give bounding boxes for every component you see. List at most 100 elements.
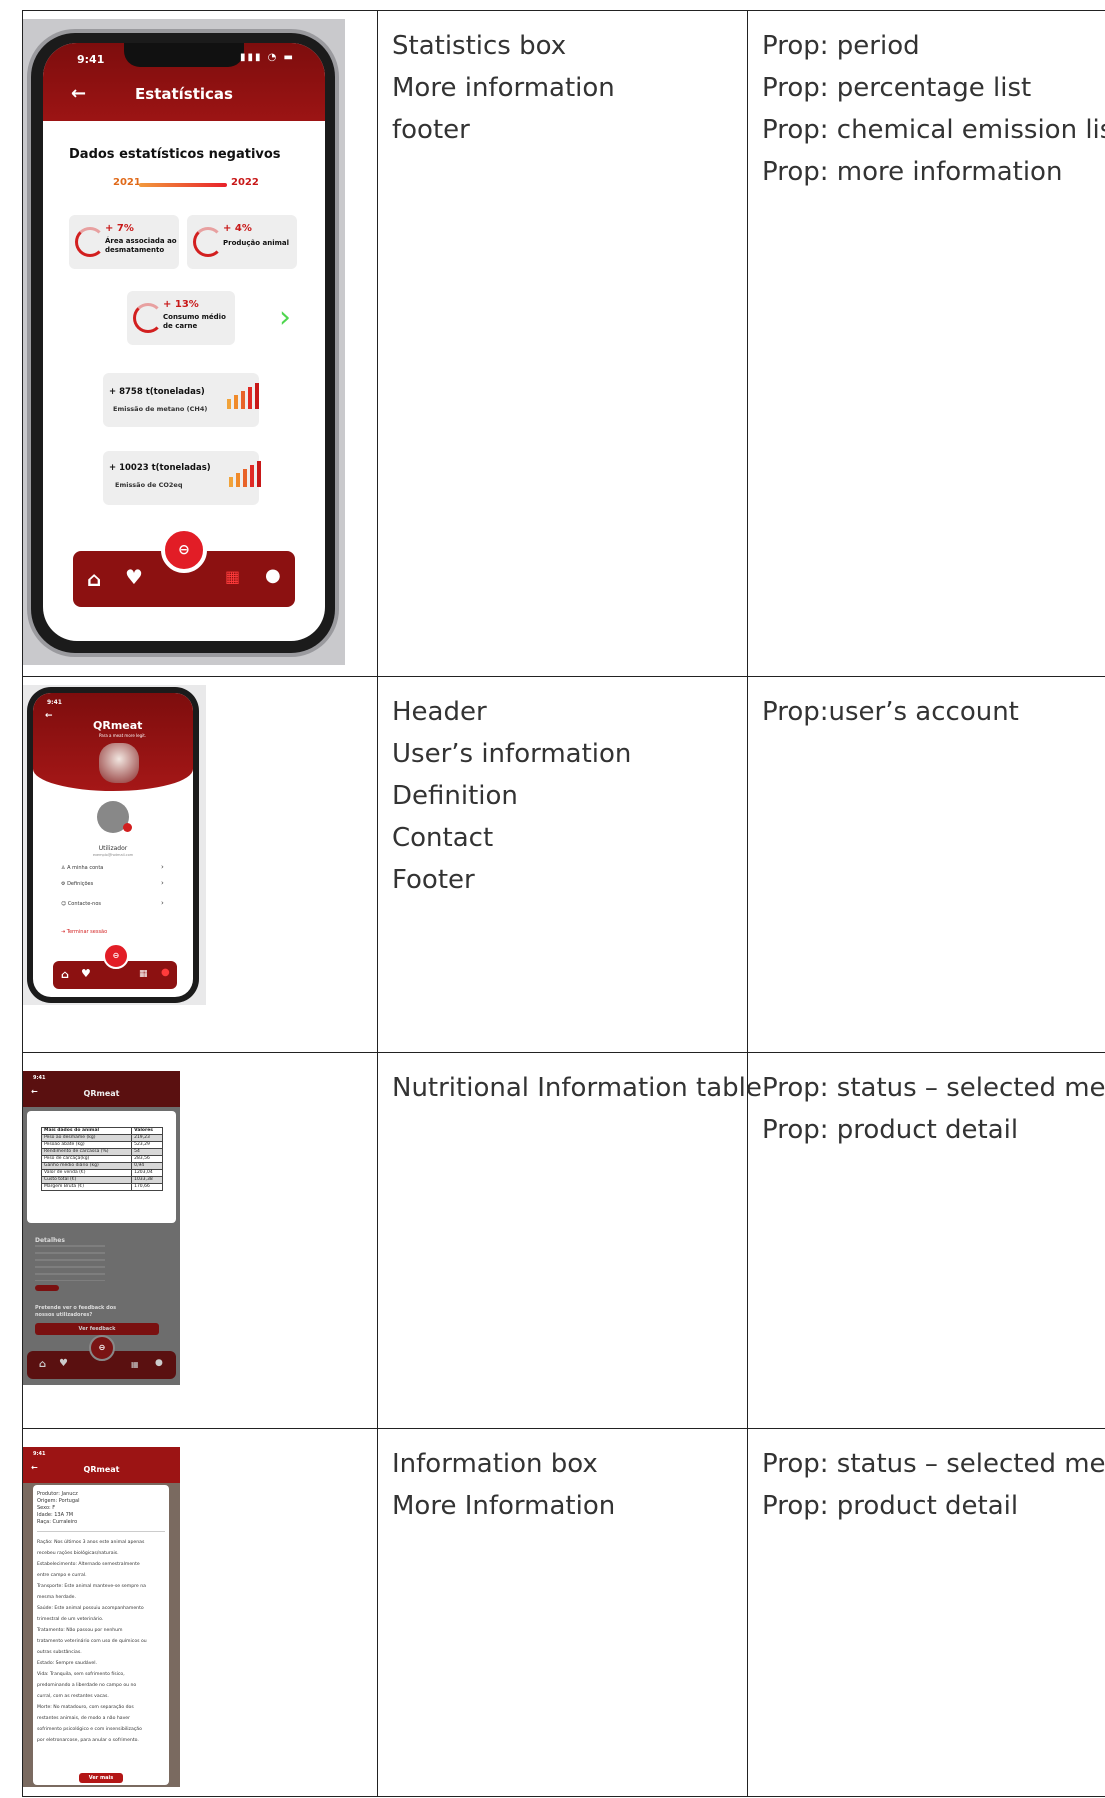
year-start: 2021 bbox=[113, 177, 141, 188]
component-label: Nutritional Information table bbox=[392, 1073, 762, 1103]
screenshot-cell: 9:41 ← QRmeat Mais dados do animal Valore… bbox=[22, 1052, 378, 1429]
back-arrow-icon[interactable]: ← bbox=[45, 711, 53, 721]
spec-table: 9:41 ▮▮▮ ◔ ▬ ← Estatísticas Dados estatí… bbox=[22, 10, 1105, 1797]
screenshot-cell: 9:41 ▮▮▮ ◔ ▬ ← Estatísticas Dados estatí… bbox=[22, 10, 378, 677]
stat-card[interactable]: + 13% Consumo médio de carne bbox=[127, 291, 235, 345]
prop-label: Prop: period bbox=[762, 31, 920, 61]
divider bbox=[37, 1531, 165, 1532]
chat-icon: ☺ bbox=[61, 901, 68, 907]
stat-percentage: + 7% bbox=[105, 223, 134, 234]
info-summary: Produtor: Janucz Origem: Portugal Sexo: … bbox=[37, 1491, 80, 1525]
component-label: More information bbox=[392, 73, 615, 103]
heart-icon[interactable]: ♥ bbox=[125, 565, 143, 589]
bar-level-icon bbox=[227, 383, 259, 409]
logout-link[interactable]: ⇥ Terminar sessão bbox=[61, 929, 107, 935]
emission-card[interactable]: + 10023 t(toneladas) Emissão de CO2eq bbox=[103, 451, 261, 505]
prop-label: Prop: percentage list bbox=[762, 73, 1032, 103]
scan-qr-button[interactable]: ⊖ bbox=[89, 1335, 115, 1361]
details-title: Detalhes bbox=[35, 1237, 65, 1244]
expand-button[interactable] bbox=[35, 1285, 59, 1291]
emission-label: Emissão de metano (CH4) bbox=[113, 405, 208, 413]
status-icons: ▮▮▮ ◔ ▬ bbox=[239, 52, 295, 63]
prop-label: Prop: status – selected meat bbox=[762, 1449, 1105, 1479]
component-label: Definition bbox=[392, 781, 518, 811]
edit-avatar-icon[interactable] bbox=[123, 823, 132, 832]
user-icon[interactable]: ● bbox=[155, 1358, 163, 1368]
progress-ring-icon bbox=[193, 227, 223, 257]
next-chevron-icon[interactable]: › bbox=[279, 303, 291, 335]
screenshot-cell: 9:41 ← QRmeat Para a meat more legit. Ut… bbox=[22, 676, 378, 1053]
nutrition-table: Mais dados do animal Valores Peso ao desm… bbox=[40, 1127, 163, 1191]
phone-mockup-account: 9:41 ← QRmeat Para a meat more legit. Ut… bbox=[23, 685, 206, 1005]
prop-label: Prop: status – selected meat bbox=[762, 1073, 1105, 1103]
emission-label: Emissão de CO2eq bbox=[115, 481, 183, 489]
progress-ring-icon bbox=[75, 227, 105, 257]
progress-ring-icon bbox=[133, 303, 163, 333]
table-row: 9:41 ← QRmeat Para a meat more legit. Ut… bbox=[22, 676, 1105, 1053]
home-icon[interactable]: ⌂ bbox=[87, 567, 101, 591]
user-icon[interactable]: ● bbox=[265, 565, 281, 586]
stat-card[interactable]: + 7% Área associada ao desmatamento bbox=[69, 215, 179, 269]
stat-label: Produção animal bbox=[223, 239, 290, 247]
component-label: Header bbox=[392, 697, 487, 727]
page-title: Estatísticas bbox=[135, 85, 233, 103]
home-icon[interactable]: ⌂ bbox=[61, 968, 69, 981]
menu-item-settings[interactable]: ⚙ Definições bbox=[61, 881, 93, 887]
menu-item-account[interactable]: ♙ A minha conta bbox=[61, 865, 103, 871]
heart-icon[interactable]: ♥ bbox=[81, 967, 91, 980]
news-icon[interactable]: ▦ bbox=[225, 567, 240, 586]
news-icon[interactable]: ▦ bbox=[139, 969, 148, 979]
details-lines bbox=[35, 1245, 105, 1281]
feedback-question: Pretende ver o feedback dos nossos utili… bbox=[35, 1305, 117, 1318]
scan-qr-button[interactable]: ⊖ bbox=[161, 527, 207, 573]
cow-image bbox=[99, 743, 139, 783]
chevron-right-icon: › bbox=[161, 879, 164, 887]
component-label: User’s information bbox=[392, 739, 632, 769]
components-cell: Nutritional Information table bbox=[377, 1052, 762, 1429]
info-details: Ração: Nos últimos 3 anos este animal ap… bbox=[37, 1540, 147, 1743]
table-row: 9:41 ▮▮▮ ◔ ▬ ← Estatísticas Dados estatí… bbox=[22, 10, 1105, 677]
period-slider[interactable] bbox=[139, 183, 227, 187]
prop-label: Prop: chemical emission list bbox=[762, 115, 1105, 145]
user-name: Utilizador bbox=[98, 845, 128, 852]
emission-card[interactable]: + 8758 t(toneladas) Emissão de metano (C… bbox=[103, 373, 259, 427]
status-time: 9:41 bbox=[33, 1451, 46, 1457]
news-icon[interactable]: ▦ bbox=[131, 1360, 139, 1369]
phone-mockup-info: 9:41 ← QRmeat Produtor: Janucz Origem: P… bbox=[23, 1447, 180, 1787]
component-label: Information box bbox=[392, 1449, 598, 1479]
table-header: Valores bbox=[131, 1127, 163, 1135]
bar-level-icon bbox=[229, 461, 261, 487]
emission-value: + 10023 t(toneladas) bbox=[109, 463, 211, 473]
prop-label: Prop:user’s account bbox=[762, 697, 1019, 727]
props-cell: Prop: period Prop: percentage list Prop:… bbox=[747, 10, 1105, 677]
prop-label: Prop: product detail bbox=[762, 1115, 1019, 1145]
nutrition-modal: Mais dados do animal Valores Peso ao desm… bbox=[27, 1111, 176, 1223]
section-title: Dados estatísticos negativos bbox=[69, 147, 281, 162]
component-label: Statistics box bbox=[392, 31, 567, 61]
stat-percentage: + 13% bbox=[163, 299, 199, 310]
scan-qr-button[interactable]: ⊖ bbox=[103, 943, 129, 969]
home-icon[interactable]: ⌂ bbox=[39, 1359, 46, 1370]
stat-label: Área associada ao desmatamento bbox=[105, 237, 177, 254]
stat-card[interactable]: + 4% Produção animal bbox=[187, 215, 297, 269]
components-cell: Information box More Information bbox=[377, 1428, 748, 1797]
components-cell: Header User’s information Definition Con… bbox=[377, 676, 748, 1053]
component-label: Contact bbox=[392, 823, 494, 853]
info-modal: Produtor: Janucz Origem: Portugal Sexo: … bbox=[33, 1485, 169, 1785]
table-row: 9:41 ← QRmeat Mais dados do animal Valore… bbox=[22, 1052, 1105, 1429]
more-button[interactable]: Ver mais bbox=[79, 1773, 123, 1783]
props-cell: Prop: status – selected meat Prop: produ… bbox=[747, 1052, 1105, 1429]
menu-item-contact[interactable]: ☺ Contacte-nos bbox=[61, 901, 101, 907]
component-label: More Information bbox=[392, 1491, 616, 1521]
component-label: Footer bbox=[392, 865, 475, 895]
status-time: 9:41 bbox=[33, 1075, 46, 1081]
app-title: QRmeat bbox=[83, 1465, 120, 1474]
heart-icon[interactable]: ♥ bbox=[59, 1358, 68, 1369]
prop-label: Prop: product detail bbox=[762, 1491, 1019, 1521]
status-time: 9:41 bbox=[77, 53, 105, 66]
stat-label: Consumo médio de carne bbox=[163, 313, 226, 330]
components-cell: Statistics box More information footer bbox=[377, 10, 748, 677]
table-header: Mais dados do animal bbox=[40, 1127, 133, 1135]
user-icon[interactable]: ● bbox=[161, 967, 170, 978]
feedback-button[interactable]: Ver feedback bbox=[35, 1323, 159, 1335]
